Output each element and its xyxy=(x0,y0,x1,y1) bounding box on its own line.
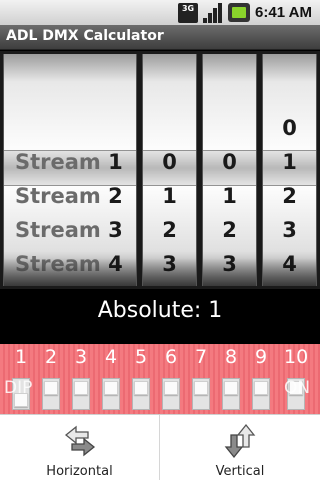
digit-option[interactable]: 1 xyxy=(203,184,256,218)
digit-option[interactable] xyxy=(143,116,196,150)
status-icons: 3G 6:41 AM xyxy=(178,2,312,23)
stream-picker: Stream 1 Stream 2 Stream 3 Stream 4 0123 01… xyxy=(0,51,320,289)
stream-wheel[interactable]: Stream 1 Stream 2 Stream 3 Stream 4 xyxy=(3,54,137,286)
digit-option[interactable]: 0 xyxy=(203,150,256,184)
dip-switch-toggle[interactable] xyxy=(72,378,90,410)
dip-switch-toggle[interactable] xyxy=(162,378,180,410)
stream-option-number: 3 xyxy=(108,218,123,242)
digit-option[interactable]: 3 xyxy=(263,218,316,252)
stream-option-number: 4 xyxy=(108,252,123,276)
absolute-address: Absolute: 1 xyxy=(0,289,320,344)
stream-option-word: Stream xyxy=(15,184,101,208)
digit-option[interactable]: 3 xyxy=(143,252,196,286)
digit-option[interactable] xyxy=(203,116,256,150)
dip-switch-number: 4 xyxy=(104,346,118,368)
dip-switch-knob xyxy=(74,381,88,395)
horizontal-button-label: Horizontal xyxy=(46,464,113,479)
digit-option[interactable]: 1 xyxy=(143,184,196,218)
dip-switch-toggle[interactable] xyxy=(132,378,150,410)
stream-option[interactable]: Stream 1 xyxy=(4,150,136,184)
dip-switch-number: 3 xyxy=(74,346,88,368)
dip-switch-number: 6 xyxy=(164,346,178,368)
digit-option[interactable]: 4 xyxy=(263,252,316,286)
tens-digit-wheel[interactable]: 0123 xyxy=(202,54,257,286)
digit-option[interactable]: 2 xyxy=(263,184,316,218)
stream-option-word: Stream xyxy=(15,150,101,174)
dip-switch-knob xyxy=(134,381,148,395)
dip-switch-number: 10 xyxy=(284,346,309,368)
dip-switch-number: 2 xyxy=(44,346,58,368)
app-title-bar: ADL DMX Calculator xyxy=(0,25,320,50)
stream-option-number: 1 xyxy=(108,150,123,174)
digit-option[interactable]: 3 xyxy=(203,252,256,286)
stream-option[interactable]: Stream 3 xyxy=(4,218,136,252)
vertical-arrows-icon xyxy=(224,423,256,459)
dip-switch-toggle[interactable] xyxy=(222,378,240,410)
stream-option-number: 2 xyxy=(108,184,123,208)
dip-switch-knob xyxy=(224,381,238,395)
dip-switch-toggle[interactable] xyxy=(192,378,210,410)
battery-icon xyxy=(228,3,251,22)
dip-switch-toggle[interactable] xyxy=(102,378,120,410)
app-title: ADL DMX Calculator xyxy=(6,28,164,44)
clock: 6:41 AM xyxy=(255,4,312,21)
digit-option[interactable]: 2 xyxy=(143,218,196,252)
dip-switch-toggle[interactable] xyxy=(42,378,60,410)
stream-option-word: Stream xyxy=(15,218,101,242)
digit-option[interactable]: 2 xyxy=(203,218,256,252)
3g-icon: 3G xyxy=(178,2,199,23)
digit-option[interactable]: 0 xyxy=(263,116,316,150)
digit-option[interactable]: 0 xyxy=(143,150,196,184)
dip-switch-number: 5 xyxy=(134,346,148,368)
dip-switch-toggle[interactable] xyxy=(252,378,270,410)
dip-switch-knob xyxy=(194,381,208,395)
stream-option[interactable]: Stream 4 xyxy=(4,252,136,286)
dip-edge-label-right: ON xyxy=(284,378,311,398)
network-label: 3G xyxy=(181,3,195,13)
signal-icon xyxy=(203,2,223,23)
dip-switch-knob xyxy=(104,381,118,395)
horizontal-arrows-icon xyxy=(64,425,95,457)
dip-switch-knob xyxy=(44,381,58,395)
digit-option[interactable]: 1 xyxy=(263,150,316,184)
dip-switch-number: 9 xyxy=(254,346,268,368)
horizontal-button[interactable]: Horizontal xyxy=(0,415,160,480)
ones-digit-wheel[interactable]: 01234 xyxy=(262,54,317,286)
dip-switch-knob xyxy=(254,381,268,395)
dip-edge-label-left: DIP xyxy=(4,378,33,398)
orientation-button-bar: Horizontal Vertical xyxy=(0,414,320,480)
dip-switch-number: 7 xyxy=(194,346,208,368)
vertical-button-label: Vertical xyxy=(215,464,265,479)
status-bar: 3G 6:41 AM xyxy=(0,0,320,25)
dip-switch-knob xyxy=(164,381,178,395)
stream-option-word: Stream xyxy=(15,252,101,276)
dip-switch-number: 1 xyxy=(14,346,28,368)
dip-switch-number: 8 xyxy=(224,346,238,368)
hundreds-digit-wheel[interactable]: 0123 xyxy=(142,54,197,286)
stream-option[interactable]: Stream 2 xyxy=(4,184,136,218)
dip-switch: 1 2 3 4 5 6 7 8 9 10 xyxy=(0,344,320,414)
vertical-button[interactable]: Vertical xyxy=(160,415,320,480)
